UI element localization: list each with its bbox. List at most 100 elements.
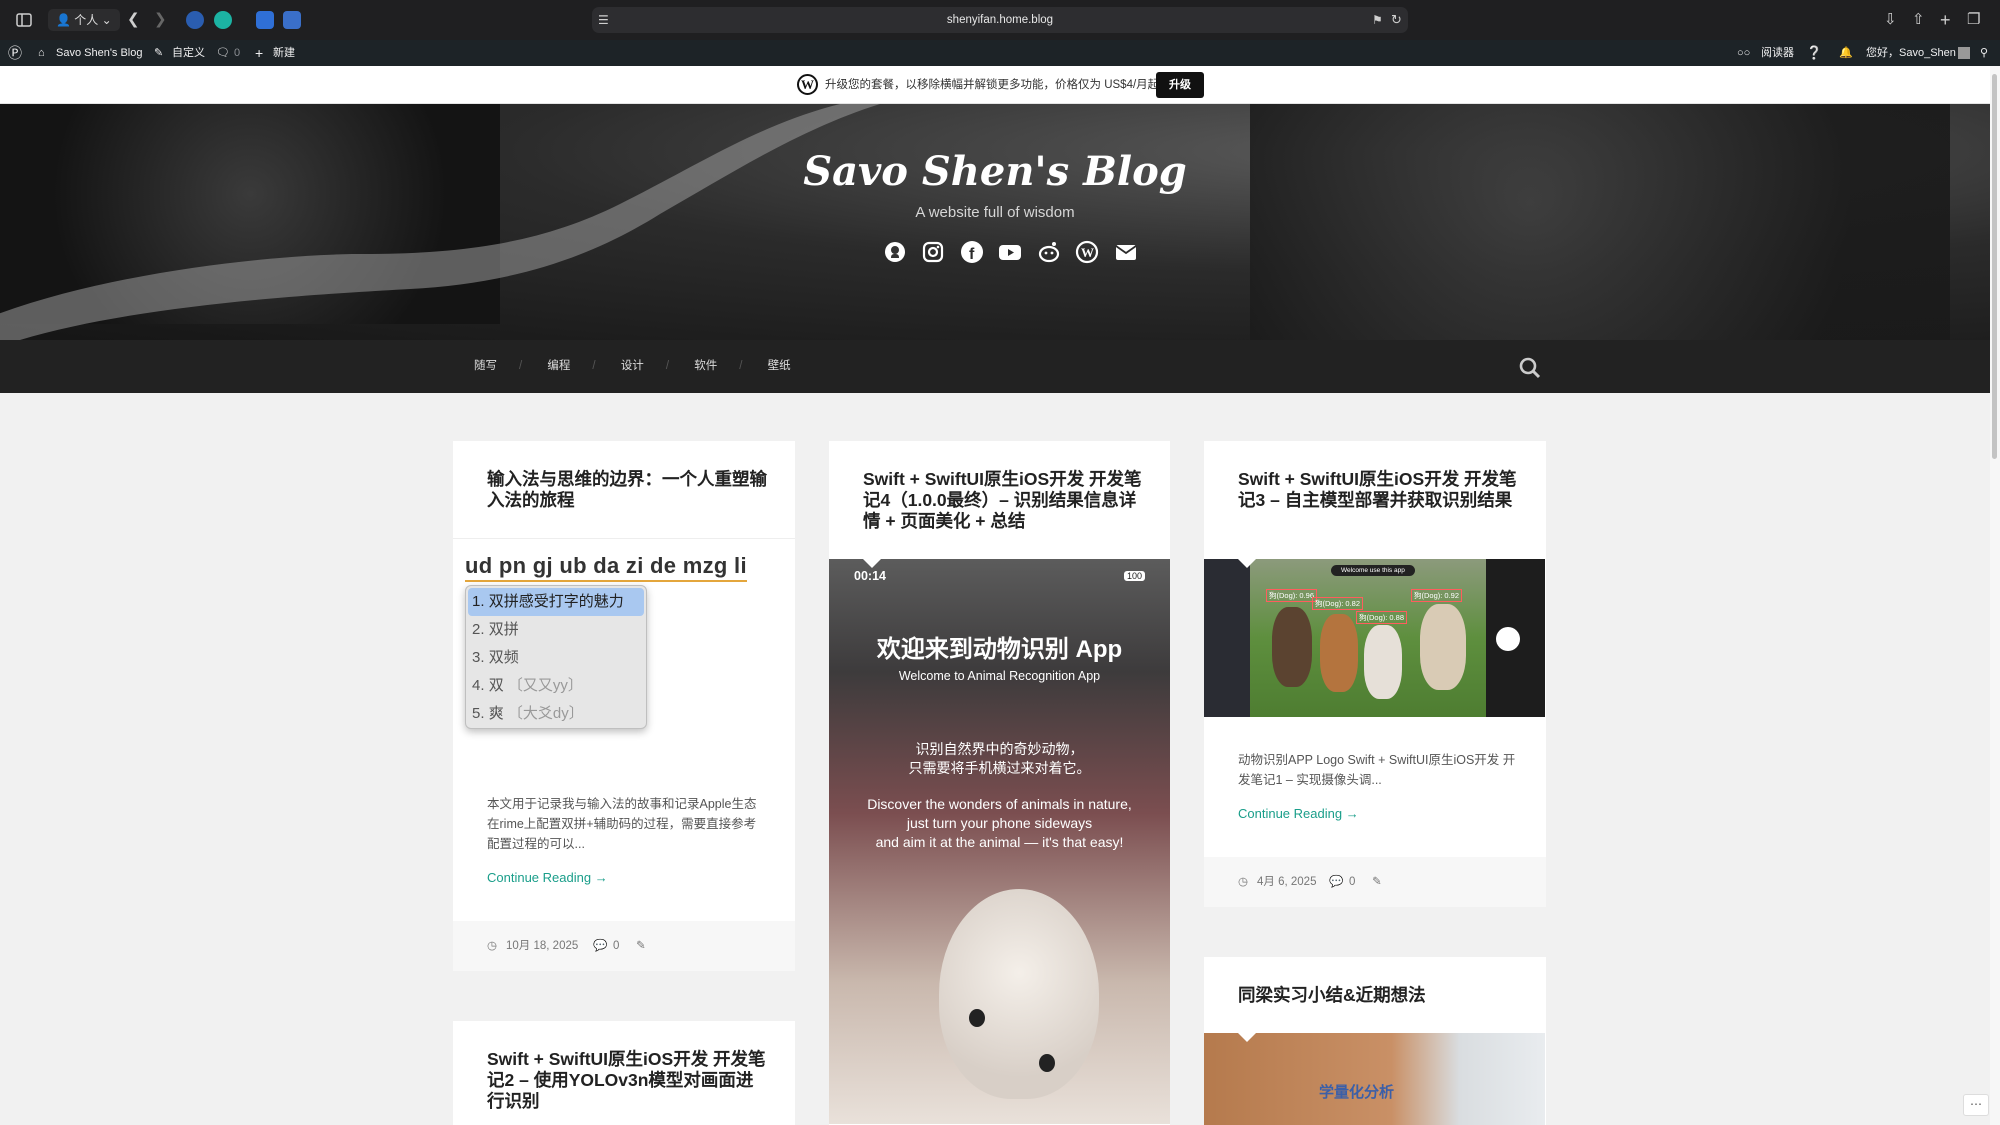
search-icon[interactable]: ⚲ bbox=[1980, 40, 1988, 66]
detection-label: 狗(Dog): 0.96 bbox=[1266, 589, 1318, 602]
extension-icon[interactable] bbox=[214, 11, 232, 29]
social-links: f W bbox=[883, 240, 1148, 266]
mail-icon[interactable] bbox=[1114, 240, 1140, 266]
upgrade-text: 升级您的套餐，以移除横幅并解锁更多功能，价格仅为 US$4/月起 bbox=[825, 79, 1160, 91]
edit-icon[interactable]: ✎ bbox=[636, 921, 646, 971]
tab-favicon[interactable] bbox=[256, 11, 274, 29]
reload-icon[interactable]: ↻ bbox=[1391, 7, 1402, 33]
comments-count: 0 bbox=[234, 47, 241, 59]
app-text: just turn your phone sideways bbox=[906, 815, 1093, 831]
translate-icon[interactable]: ⚑ bbox=[1372, 7, 1383, 33]
profile-label: 个人 bbox=[74, 13, 99, 27]
nav-item[interactable]: 设计 bbox=[621, 360, 644, 372]
facebook-icon[interactable]: f bbox=[960, 240, 986, 266]
comment-count[interactable]: 0 bbox=[613, 921, 619, 971]
upgrade-button[interactable]: 升级 bbox=[1156, 72, 1204, 98]
extension-icon[interactable] bbox=[186, 11, 204, 29]
dog-eye bbox=[1039, 1054, 1055, 1072]
post-card: Swift + SwiftUI原生iOS开发 开发笔记2 – 使用YOLOv3n… bbox=[453, 1021, 795, 1125]
site-header: Savo Shen's Blog A website full of wisdo… bbox=[0, 104, 1990, 340]
post-title[interactable]: Swift + SwiftUI原生iOS开发 开发笔记2 – 使用YOLOv3n… bbox=[487, 1049, 767, 1112]
office-photo: 学量化分析 bbox=[1204, 1033, 1545, 1125]
youtube-icon[interactable] bbox=[998, 240, 1024, 266]
continue-reading-link[interactable]: Continue Reading → bbox=[1238, 806, 1359, 821]
nav-item[interactable]: 随写 bbox=[474, 360, 497, 372]
post-featured-image[interactable]: 学量化分析 bbox=[1204, 1033, 1546, 1125]
wordpress-icon[interactable]: Ⓟ bbox=[8, 40, 22, 66]
post-date[interactable]: 10月 18, 2025 bbox=[506, 921, 578, 971]
post-card: Swift + SwiftUI原生iOS开发 开发笔记3 – 自主模型部署并获取… bbox=[1204, 441, 1546, 907]
ime-candidate: 3. 双频 bbox=[472, 649, 519, 666]
back-icon[interactable]: ❮ bbox=[127, 0, 140, 40]
nav-item[interactable]: 壁纸 bbox=[768, 360, 791, 372]
comment-count[interactable]: 0 bbox=[1349, 857, 1355, 907]
page-scrollbar[interactable] bbox=[1990, 66, 2000, 1125]
new-link[interactable]: 新建 bbox=[273, 40, 295, 66]
app-heading: 欢迎来到动物识别 App bbox=[876, 636, 1123, 663]
profile-menu[interactable]: 👤 个人 ⌄ bbox=[48, 9, 120, 31]
continue-reading-link[interactable]: Continue Reading → bbox=[487, 870, 608, 885]
instagram-icon[interactable] bbox=[921, 240, 947, 266]
plus-icon: + bbox=[255, 45, 264, 61]
post-date[interactable]: 4月 6, 2025 bbox=[1257, 857, 1316, 907]
customize-link[interactable]: 自定义 bbox=[172, 40, 205, 66]
post-card: Swift + SwiftUI原生iOS开发 开发笔记4（1.0.0最终）– 识… bbox=[829, 441, 1170, 1125]
address-bar[interactable]: ☰ shenyifan.home.blog ⚑ ↻ bbox=[592, 7, 1408, 33]
nav-item[interactable]: 编程 bbox=[547, 360, 570, 372]
tab-favicon[interactable] bbox=[283, 11, 301, 29]
help-icon[interactable]: ❔ bbox=[1806, 40, 1822, 66]
reader-link[interactable]: 阅读器 bbox=[1761, 40, 1794, 66]
new-tab-icon[interactable]: + bbox=[1940, 0, 1951, 40]
dog-photo bbox=[1320, 614, 1358, 692]
ime-candidate: 1. 双拼感受打字的魅力 bbox=[468, 588, 644, 616]
wordpress-icon: W bbox=[797, 74, 818, 95]
wp-admin-bar: Ⓟ ⌂ Savo Shen's Blog ✎ 自定义 🗨 0 + 新建 ○○ 阅… bbox=[0, 40, 2000, 66]
post-card: 输入法与思维的边界：一个人重塑输入法的旅程 ud pn gj ub da zi … bbox=[453, 441, 795, 971]
search-icon[interactable] bbox=[1519, 357, 1541, 379]
share-icon[interactable]: ⇧ bbox=[1912, 0, 1925, 40]
downloads-icon[interactable]: ⇩ bbox=[1884, 0, 1897, 40]
avatar[interactable] bbox=[1958, 47, 1970, 59]
github-icon[interactable] bbox=[883, 240, 909, 266]
app-text: 识别自然界中的奇妙动物， bbox=[915, 741, 1084, 757]
status-battery: 100 bbox=[1124, 571, 1146, 581]
reddit-icon[interactable] bbox=[1037, 240, 1063, 266]
reader-icon: ○○ bbox=[1737, 47, 1751, 59]
post-featured-image[interactable]: ud pn gj ub da zi de mzg li 1. 双拼感受打字的魅力… bbox=[453, 547, 795, 741]
site-name-link[interactable]: Savo Shen's Blog bbox=[56, 40, 143, 66]
nav-item[interactable]: 软件 bbox=[694, 360, 717, 372]
clock-icon: ◷ bbox=[1238, 876, 1249, 888]
ime-candidate: 5. 爽 〔大爻dy〕 bbox=[472, 705, 584, 722]
post-featured-image[interactable]: 00:14 100 欢迎来到动物识别 App Welcome to Animal… bbox=[829, 559, 1170, 1125]
post-title[interactable]: Swift + SwiftUI原生iOS开发 开发笔记3 – 自主模型部署并获取… bbox=[1238, 469, 1518, 511]
post-title[interactable]: 输入法与思维的边界：一个人重塑输入法的旅程 bbox=[487, 469, 767, 511]
detection-label: 狗(Dog): 0.92 bbox=[1411, 589, 1463, 602]
dog-eye bbox=[969, 1009, 985, 1027]
post-title[interactable]: Swift + SwiftUI原生iOS开发 开发笔记4（1.0.0最终）– 识… bbox=[863, 469, 1143, 532]
comment-icon[interactable]: 🗨 bbox=[216, 40, 230, 66]
post-meta: ◷ 10月 18, 2025 💬 0 ✎ bbox=[453, 921, 795, 971]
header-foliage bbox=[1250, 104, 1950, 340]
site-title[interactable]: Savo Shen's Blog bbox=[0, 148, 1990, 195]
wordpress-icon[interactable]: W bbox=[1075, 240, 1101, 266]
dog-photo bbox=[939, 889, 1099, 1099]
detection-label: 狗(Dog): 0.88 bbox=[1356, 611, 1408, 624]
home-icon[interactable]: ⌂ bbox=[38, 40, 45, 66]
browser-toolbar: 👤 个人 ⌄ ❮ ❯ ☰ shenyifan.home.blog ⚑ ↻ ⇩ ⇧… bbox=[0, 0, 2000, 40]
post-featured-image[interactable]: Welcome use this app 狗(Dog): 0.96 狗(Dog)… bbox=[1204, 559, 1546, 717]
account-greeting[interactable]: 您好，Savo_Shen bbox=[1866, 40, 1956, 66]
scrollbar-thumb[interactable] bbox=[1992, 74, 1997, 459]
image-notch bbox=[1238, 559, 1256, 568]
forward-icon[interactable]: ❯ bbox=[154, 0, 167, 40]
image-notch bbox=[863, 559, 881, 568]
more-options-icon[interactable]: ⋯ bbox=[1963, 1094, 1989, 1116]
sidebar-toggle-icon[interactable] bbox=[16, 13, 32, 27]
post-divider bbox=[453, 538, 795, 539]
edit-icon[interactable]: ✎ bbox=[1372, 857, 1382, 907]
comment-icon[interactable]: 💬 bbox=[1329, 857, 1343, 907]
post-title[interactable]: 同梁实习小结&近期想法 bbox=[1238, 985, 1518, 1006]
dog-photo bbox=[1364, 625, 1402, 699]
comment-icon[interactable]: 💬 bbox=[593, 921, 607, 971]
tab-overview-icon[interactable]: ❐ bbox=[1967, 0, 1980, 40]
bell-icon[interactable]: 🔔 bbox=[1839, 40, 1853, 66]
